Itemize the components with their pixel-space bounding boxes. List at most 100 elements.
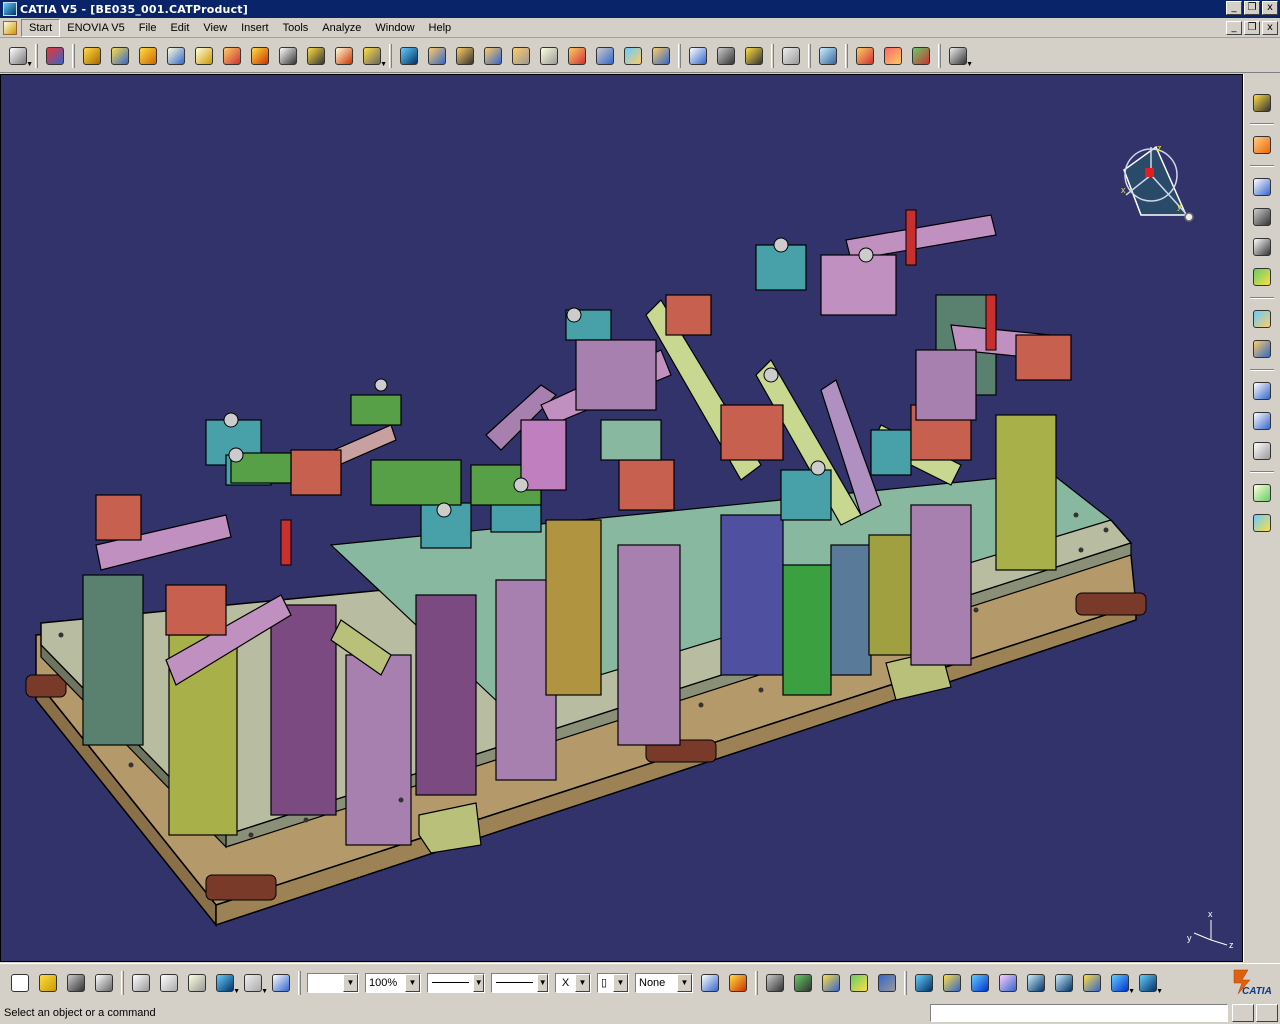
command-options-button[interactable] (1256, 1003, 1278, 1022)
catia-app-icon[interactable] (3, 2, 17, 16)
window-title-bar[interactable]: CATIA V5 - [BE035_001.CATProduct] _ ❐ x (0, 0, 1280, 18)
offset-constraint-icon[interactable] (564, 43, 590, 69)
generate-numbering-icon[interactable] (247, 43, 273, 69)
manage-representations-icon[interactable] (303, 43, 329, 69)
contact-constraint-icon[interactable] (536, 43, 562, 69)
menu-view[interactable]: View (196, 20, 234, 36)
sketcher-icon[interactable] (1249, 90, 1275, 116)
select-arrow-icon[interactable]: ▼ (5, 43, 33, 69)
layer-combo[interactable]: None ▼ (635, 972, 693, 993)
explode-icon[interactable] (452, 43, 478, 69)
measure-inertia-icon[interactable] (741, 43, 767, 69)
fly-mode-icon[interactable] (911, 970, 937, 996)
existing-component-icon[interactable] (163, 43, 189, 69)
multi-instantiation-dropdown-icon[interactable]: ▼ (359, 43, 387, 69)
generative-shape-icon[interactable] (1249, 510, 1275, 536)
graphic-properties-icon[interactable] (725, 970, 751, 996)
redo-icon[interactable]: ▼ (240, 970, 268, 996)
product-structure-icon[interactable] (1249, 204, 1275, 230)
whats-this-icon[interactable] (268, 970, 294, 996)
doc-close-button[interactable]: x (1262, 21, 1278, 35)
menu-start[interactable]: Start (21, 18, 61, 37)
generative-view-icon[interactable] (1249, 336, 1275, 362)
new-product-icon[interactable] (107, 43, 133, 69)
command-history-button[interactable] (1232, 1003, 1254, 1022)
manipulation-icon[interactable] (396, 43, 422, 69)
flag-note-icon[interactable] (1249, 438, 1275, 464)
restore-button[interactable]: ❐ (1244, 1, 1260, 15)
undo-icon[interactable]: ▼ (212, 970, 240, 996)
rule-icon[interactable] (874, 970, 900, 996)
color-combo[interactable]: ▼ (307, 972, 359, 993)
chevron-down-icon[interactable]: ▼ (405, 973, 420, 992)
menu-help[interactable]: Help (422, 20, 459, 36)
menu-enovia[interactable]: ENOVIA V5 (60, 20, 131, 36)
isometric-view-icon[interactable]: ▼ (1107, 970, 1135, 996)
text-abc-icon[interactable] (1249, 408, 1275, 434)
linetype-combo[interactable]: ▼ (427, 972, 485, 993)
new-component-icon[interactable] (79, 43, 105, 69)
law-icon[interactable] (846, 970, 872, 996)
catalog-icon[interactable] (1249, 480, 1275, 506)
doc-restore-button[interactable]: ❐ (1244, 21, 1260, 35)
rotate-icon[interactable] (995, 970, 1021, 996)
parameters-icon[interactable] (790, 970, 816, 996)
layer-filter-combo[interactable]: ▯ ▼ (597, 972, 629, 993)
menu-tools[interactable]: Tools (276, 20, 316, 36)
close-button[interactable]: x (1262, 1, 1278, 15)
chevron-down-icon[interactable]: ▼ (343, 973, 358, 992)
command-input[interactable] (930, 1003, 1228, 1022)
document-icon[interactable] (3, 20, 17, 35)
assembly-model[interactable]: x y z x y z (1, 75, 1243, 962)
fix-together-icon[interactable] (648, 43, 674, 69)
cut-icon[interactable] (128, 970, 154, 996)
space-analysis-icon[interactable] (1249, 174, 1275, 200)
graph-tree-reorder-icon[interactable] (219, 43, 245, 69)
copy-icon[interactable] (156, 970, 182, 996)
clash-icon[interactable] (880, 43, 906, 69)
sectioning-icon[interactable] (852, 43, 878, 69)
bom-icon[interactable]: ▼ (945, 43, 973, 69)
select-icon[interactable] (1249, 132, 1275, 158)
knowledge-formula-icon[interactable] (762, 970, 788, 996)
normal-view-icon[interactable] (1079, 970, 1105, 996)
new-icon[interactable] (7, 970, 33, 996)
selective-load-icon[interactable] (275, 43, 301, 69)
text-icon[interactable] (1249, 378, 1275, 404)
point-symbol-combo[interactable]: X ▼ (555, 972, 591, 993)
minimize-button[interactable]: _ (1226, 1, 1242, 15)
multi-instantiation-icon[interactable] (331, 43, 357, 69)
zoom-in-icon[interactable] (1023, 970, 1049, 996)
save-icon[interactable] (63, 970, 89, 996)
paste-icon[interactable] (184, 970, 210, 996)
chevron-down-icon[interactable]: ▼ (575, 973, 590, 992)
render-style-icon[interactable]: ▼ (1135, 970, 1163, 996)
snap-icon[interactable] (424, 43, 450, 69)
chevron-down-icon[interactable]: ▼ (613, 973, 628, 992)
catalog-browser-icon[interactable] (42, 43, 68, 69)
angle-constraint-icon[interactable] (592, 43, 618, 69)
menu-edit[interactable]: Edit (163, 20, 196, 36)
distance-band-icon[interactable] (908, 43, 934, 69)
menu-file[interactable]: File (132, 20, 164, 36)
replace-component-icon[interactable] (191, 43, 217, 69)
chevron-down-icon[interactable]: ▼ (473, 973, 484, 992)
open-icon[interactable] (35, 970, 61, 996)
menu-insert[interactable]: Insert (234, 20, 276, 36)
stop-manipulate-icon[interactable] (480, 43, 506, 69)
design-table-icon[interactable] (818, 970, 844, 996)
chevron-down-icon[interactable]: ▼ (537, 973, 548, 992)
format-painter-icon[interactable] (697, 970, 723, 996)
zoom-out-icon[interactable] (1051, 970, 1077, 996)
update-icon[interactable] (778, 43, 804, 69)
constraints-icon[interactable] (1249, 234, 1275, 260)
move-icon[interactable] (1249, 264, 1275, 290)
3d-viewport[interactable]: x y z x y z (0, 74, 1243, 962)
measure-item-icon[interactable] (713, 43, 739, 69)
doc-minimize-button[interactable]: _ (1226, 21, 1242, 35)
thickness-combo[interactable]: ▼ (491, 972, 549, 993)
fit-all-icon[interactable] (939, 970, 965, 996)
pan-icon[interactable] (967, 970, 993, 996)
print-icon[interactable] (91, 970, 117, 996)
menu-window[interactable]: Window (368, 20, 421, 36)
